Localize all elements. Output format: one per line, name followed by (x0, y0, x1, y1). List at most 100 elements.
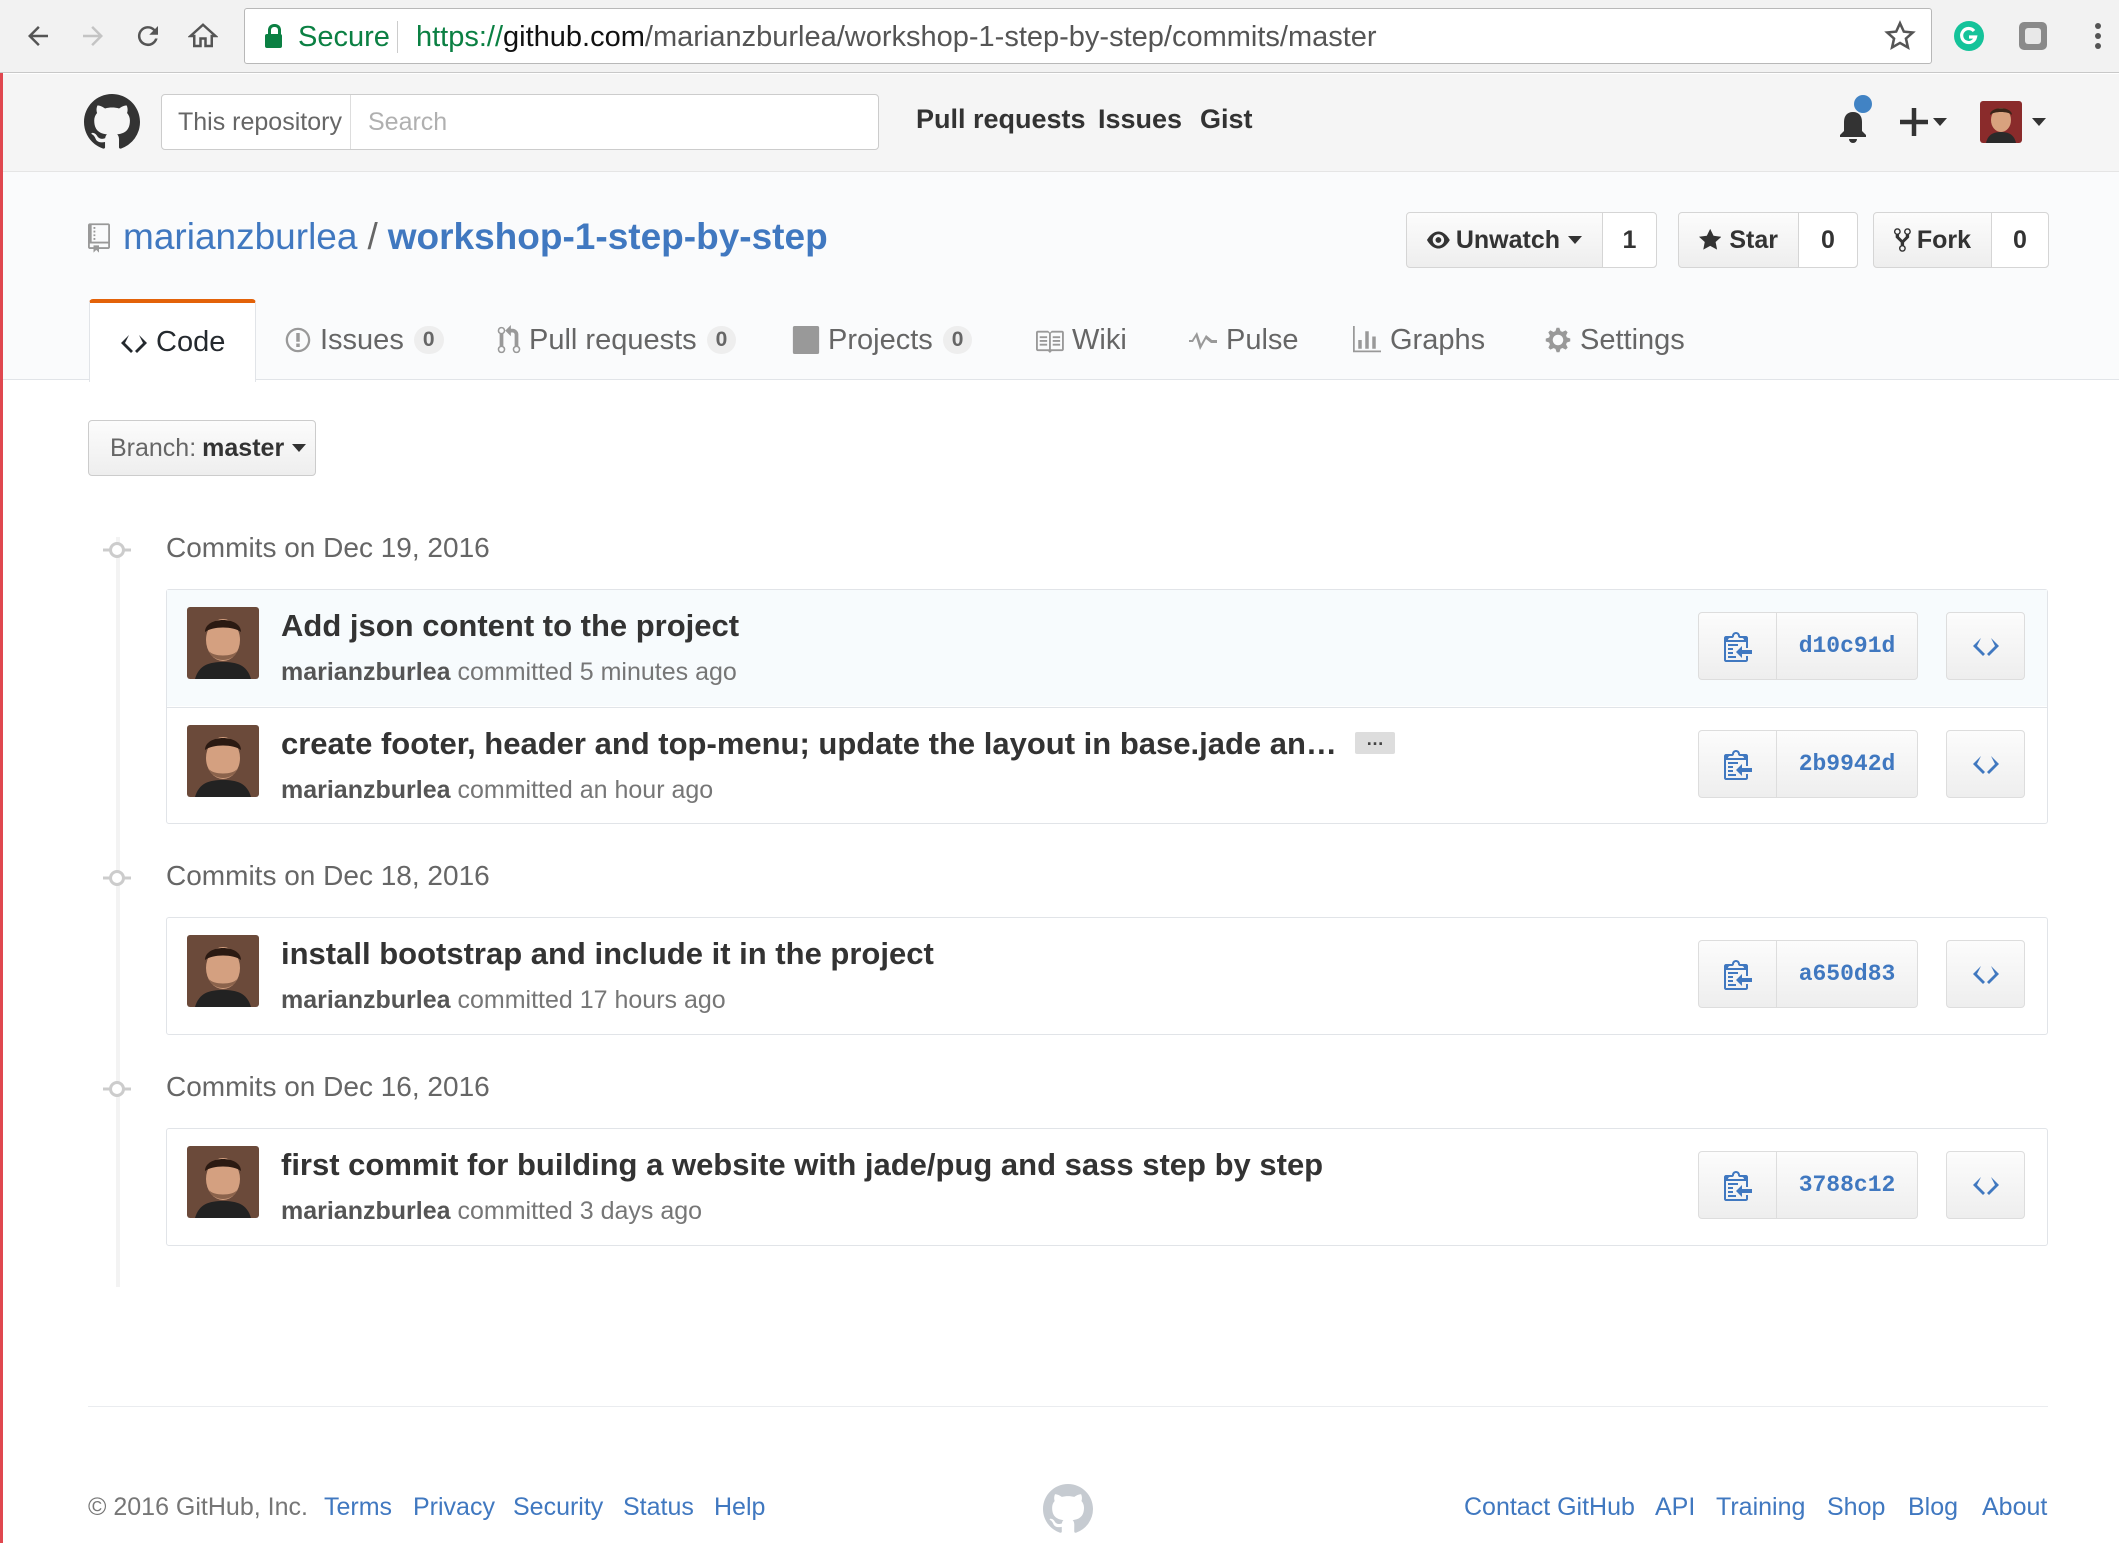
tab-wiki[interactable]: Wiki (1034, 299, 1127, 381)
grammarly-icon (1954, 21, 1984, 51)
unwatch-button[interactable]: Unwatch (1407, 213, 1603, 267)
forks-count[interactable]: 0 (1992, 213, 2048, 267)
back-button[interactable] (16, 14, 60, 58)
nav-pull-requests[interactable]: Pull requests (916, 104, 1086, 135)
commit-time: 5 minutes ago (579, 658, 737, 686)
footer-link-api[interactable]: API (1655, 1493, 1695, 1522)
commit-sha-link[interactable]: 3788c12 (1777, 1152, 1917, 1218)
nav-issues[interactable]: Issues (1098, 104, 1182, 135)
commits-timeline (116, 537, 120, 1287)
fork-button[interactable]: Fork (1874, 213, 1992, 267)
commit-sha-link[interactable]: a650d83 (1777, 941, 1917, 1007)
browse-repository-button[interactable] (1946, 940, 2025, 1008)
tab-wiki-label: Wiki (1072, 323, 1127, 356)
commit-author-link[interactable]: marianzburlea (281, 776, 451, 804)
address-bar[interactable]: Secure https://github.com/marianzburlea/… (244, 8, 1932, 64)
repo-name-link[interactable]: workshop-1-step-by-step (388, 216, 828, 257)
footer-link-privacy[interactable]: Privacy (413, 1493, 495, 1522)
tab-projects[interactable]: Projects 0 (792, 299, 973, 381)
issues-counter: 0 (413, 326, 444, 354)
tab-issues[interactable]: Issues 0 (284, 299, 444, 381)
browse-repository-button[interactable] (1946, 730, 2025, 798)
tab-code[interactable]: Code (89, 299, 257, 382)
tab-pull-requests-label: Pull requests (529, 323, 697, 356)
commit-message-link[interactable]: first commit for building a website with… (281, 1147, 1323, 1183)
kebab-menu-icon (2095, 23, 2101, 49)
reload-button[interactable] (126, 14, 170, 58)
url-text[interactable]: https://github.com/marianzburlea/worksho… (416, 9, 1377, 65)
fork-button-group: Fork 0 (1873, 212, 2049, 268)
notifications-button[interactable] (1833, 94, 1873, 151)
repo-owner-link[interactable]: marianzburlea (123, 216, 357, 257)
commit-sha-link[interactable]: d10c91d (1777, 613, 1917, 679)
footer-link-blog[interactable]: Blog (1908, 1493, 1958, 1522)
footer-link-training[interactable]: Training (1716, 1493, 1805, 1522)
commit-sha-link[interactable]: 2b9942d (1777, 731, 1917, 797)
repo-forked-icon (1894, 228, 1911, 252)
omnibox-separator (397, 21, 398, 53)
tab-settings[interactable]: Settings (1544, 299, 1685, 381)
browse-repository-button[interactable] (1946, 1151, 2025, 1219)
footer-link-terms[interactable]: Terms (324, 1493, 392, 1522)
tab-pulse[interactable]: Pulse (1188, 299, 1299, 381)
commit-author-link[interactable]: marianzburlea (281, 986, 451, 1014)
browser-menu-button[interactable] (2076, 14, 2119, 58)
branch-select-button[interactable]: Branch: master (88, 420, 316, 476)
watchers-count[interactable]: 1 (1603, 213, 1656, 267)
commit-author-link[interactable]: marianzburlea (281, 1197, 451, 1225)
extension-button[interactable] (2011, 14, 2055, 58)
search-input[interactable] (352, 95, 872, 149)
issue-opened-icon (285, 327, 311, 353)
pulse-icon (1189, 332, 1217, 350)
commit-message-link[interactable]: install bootstrap and include it in the … (281, 936, 934, 972)
copy-sha-button[interactable] (1699, 1152, 1777, 1218)
footer-link-help[interactable]: Help (714, 1493, 765, 1522)
search-scope-label[interactable]: This repository (162, 95, 351, 149)
clippy-icon (1723, 1171, 1752, 1201)
back-arrow-icon (28, 26, 48, 46)
commit-author-avatar[interactable] (187, 1146, 259, 1218)
copy-sha-button[interactable] (1699, 731, 1777, 797)
create-new-button[interactable] (1900, 104, 1952, 145)
commit-sha-group: 2b9942d (1698, 730, 1918, 798)
forward-arrow-icon (83, 26, 103, 46)
copy-sha-button[interactable] (1699, 613, 1777, 679)
star-button[interactable]: Star (1679, 213, 1799, 267)
tab-issues-label: Issues (320, 323, 404, 356)
clippy-icon (1723, 960, 1752, 990)
star-label: Star (1729, 225, 1778, 254)
commit-message-link[interactable]: create footer, header and top-menu; upda… (281, 726, 1337, 761)
user-menu-button[interactable] (1980, 101, 2046, 143)
footer-link-status[interactable]: Status (623, 1493, 694, 1522)
commit-author-link[interactable]: marianzburlea (281, 658, 451, 686)
forward-button[interactable] (71, 14, 115, 58)
commit-author-avatar[interactable] (187, 725, 259, 797)
browse-repository-button[interactable] (1946, 612, 2025, 680)
code-icon (121, 332, 147, 353)
repo-title-separator: / (367, 216, 378, 257)
footer-link-shop[interactable]: Shop (1827, 1493, 1885, 1522)
commit-author-avatar[interactable] (187, 935, 259, 1007)
github-logo-icon[interactable] (84, 94, 140, 155)
bookmark-star-icon[interactable] (1883, 19, 1917, 58)
footer-link-contact-github[interactable]: Contact GitHub (1464, 1493, 1635, 1522)
github-mark-icon[interactable] (1043, 1484, 1093, 1539)
home-button[interactable] (181, 14, 225, 58)
commit-day-heading: Commits on Dec 19, 2016 (166, 532, 490, 563)
repo-icon (88, 223, 110, 258)
commit-message-link[interactable]: Add json content to the project (281, 608, 739, 644)
commit-author-avatar[interactable] (187, 607, 259, 679)
footer-link-security[interactable]: Security (513, 1493, 603, 1522)
grammarly-extension-button[interactable] (1947, 14, 1991, 58)
footer-link-about[interactable]: About (1982, 1493, 2047, 1522)
footer-copyright: © 2016 GitHub, Inc. (88, 1493, 308, 1521)
commit-verb: committed (457, 986, 573, 1014)
copy-sha-button[interactable] (1699, 941, 1777, 1007)
nav-gist[interactable]: Gist (1200, 104, 1253, 135)
expand-commit-message-button[interactable]: … (1354, 730, 1395, 754)
stargazers-count[interactable]: 0 (1799, 213, 1857, 267)
tab-pull-requests[interactable]: Pull requests 0 (497, 299, 737, 381)
secure-indicator[interactable]: Secure (265, 9, 390, 65)
url-protocol: https:// (416, 21, 504, 53)
tab-graphs[interactable]: Graphs (1352, 299, 1485, 381)
